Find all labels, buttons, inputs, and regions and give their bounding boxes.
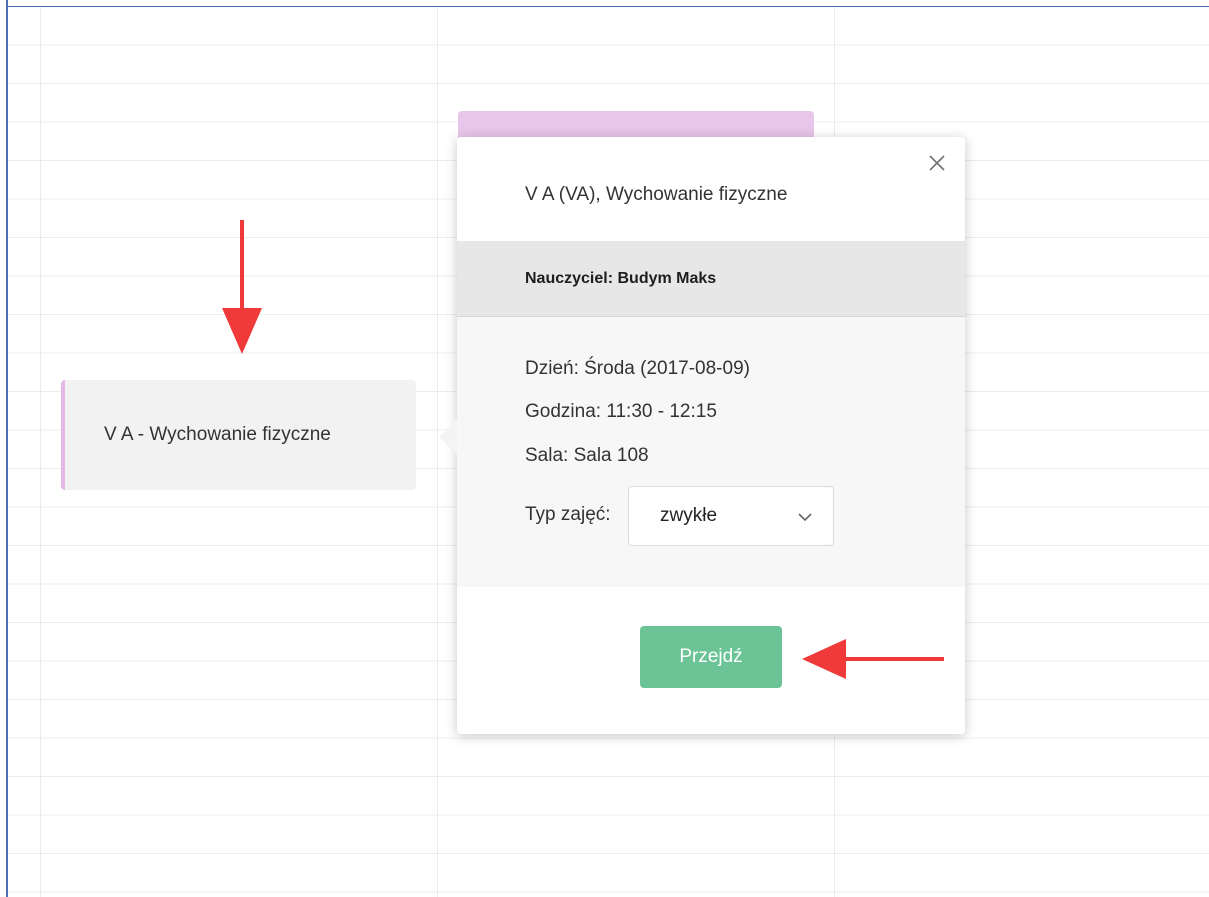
close-icon bbox=[929, 155, 945, 171]
lesson-type-select[interactable]: zwykłe bbox=[628, 486, 834, 546]
event-card-label: V A - Wychowanie fizyczne bbox=[104, 424, 331, 445]
close-button[interactable] bbox=[925, 151, 949, 175]
lesson-details: Dzień: Środa (2017-08-09) Godzina: 11:30… bbox=[457, 317, 965, 587]
go-button[interactable]: Przejdź bbox=[640, 626, 782, 688]
popup-caret bbox=[439, 419, 457, 455]
lesson-room: Sala: Sala 108 bbox=[525, 445, 649, 466]
lesson-type-value: zwykłe bbox=[660, 505, 718, 526]
calendar-grid-column bbox=[40, 7, 41, 897]
popup-title: V A (VA), Wychowanie fizyczne bbox=[525, 184, 788, 205]
lesson-time: Godzina: 11:30 - 12:15 bbox=[525, 401, 717, 422]
chevron-down-icon bbox=[798, 513, 812, 522]
teacher-bar: Nauczyciel: Budym Maks bbox=[457, 241, 965, 317]
lesson-day: Dzień: Środa (2017-08-09) bbox=[525, 358, 750, 379]
teacher-label: Nauczyciel: Budym Maks bbox=[525, 269, 717, 287]
arrow-left-icon bbox=[802, 639, 944, 679]
lesson-type-label: Typ zajęć: bbox=[525, 504, 611, 525]
calendar-grid-column bbox=[437, 7, 438, 897]
calendar-event-card[interactable]: V A - Wychowanie fizyczne bbox=[61, 380, 416, 490]
arrow-down-icon bbox=[222, 220, 262, 354]
